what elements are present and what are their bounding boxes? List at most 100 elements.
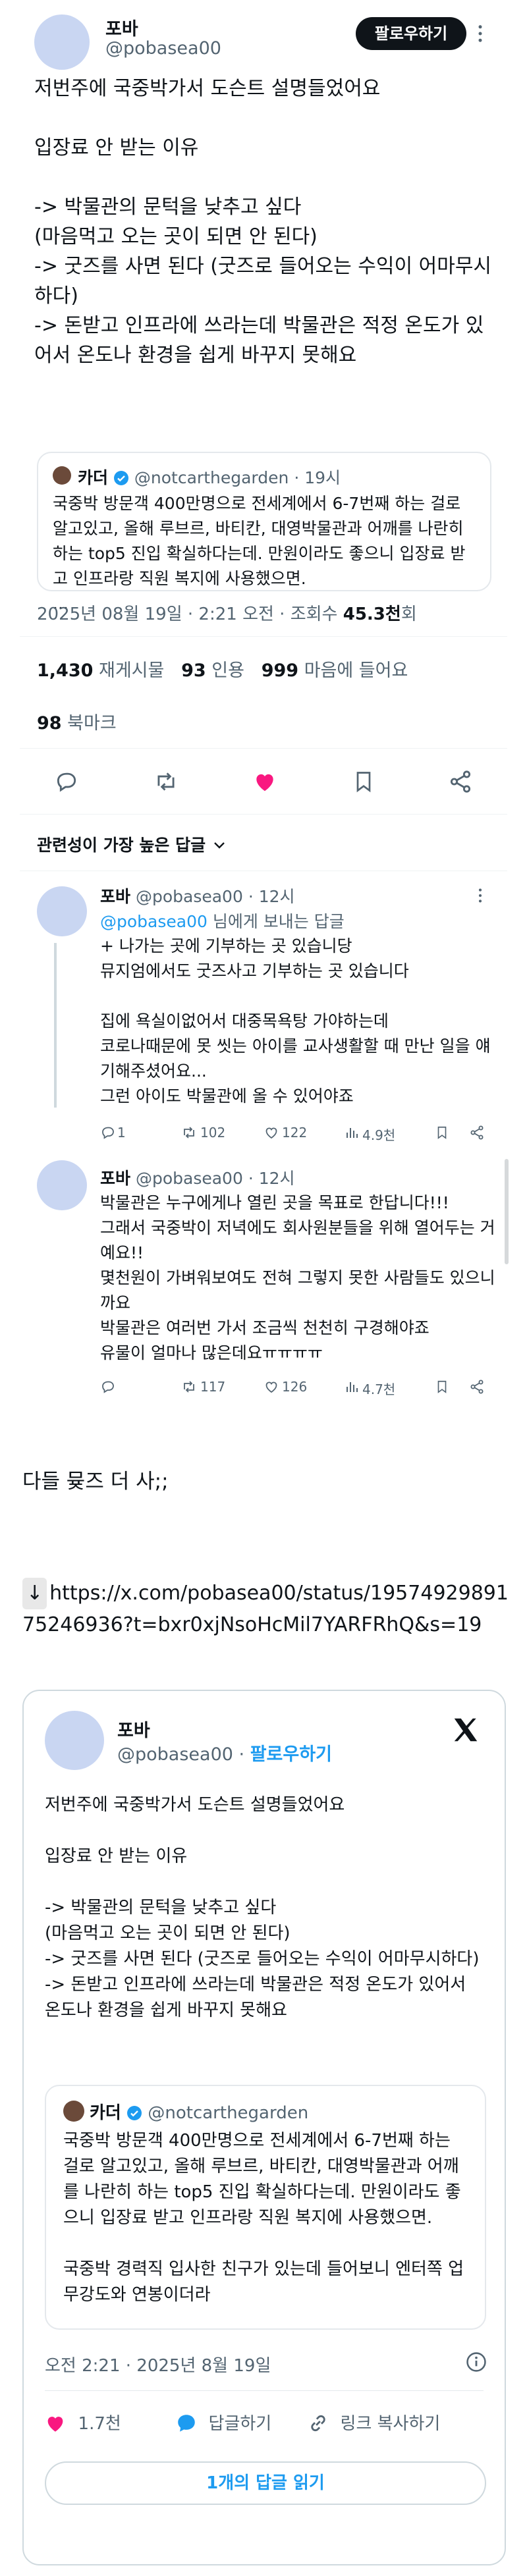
embed-author-handle[interactable]: @pobasea00: [117, 1744, 233, 1765]
bookmark-icon[interactable]: [435, 1379, 449, 1395]
reply-more-icon[interactable]: [474, 886, 486, 905]
like-icon[interactable]: [252, 769, 278, 794]
bookmark-icon[interactable]: [352, 769, 375, 794]
reply-text: + 나가는 곳에 기부하는 곳 있습니당 뮤지엄에서도 굿즈사고 기부하는 곳 …: [100, 936, 491, 1106]
reply-time: · 12시: [248, 887, 295, 906]
reply-header: 포바 @pobasea00 · 12시: [100, 1166, 295, 1189]
thread-line: [54, 943, 57, 1108]
reply-action-bar: 117 126 4.7천: [100, 1378, 489, 1397]
reply-time: · 12시: [248, 1169, 295, 1188]
like-label: 마음에 들어요: [304, 660, 408, 681]
analytics-icon[interactable]: [344, 1125, 360, 1140]
replying-to-label: 님에게 보내는 답글: [207, 912, 345, 931]
view-suffix: 회: [401, 604, 417, 624]
reply-author-name[interactable]: 포바: [100, 887, 130, 906]
read-replies-button[interactable]: 1개의 답글 읽기: [45, 2461, 486, 2505]
embed-author-name[interactable]: 포바: [117, 1716, 150, 1742]
quote-count: 93: [181, 660, 206, 681]
follow-button[interactable]: 팔로우하기: [356, 17, 466, 50]
like-count: 999: [261, 660, 299, 681]
chevron-down-icon: [211, 839, 227, 852]
info-icon[interactable]: [465, 2351, 487, 2373]
embed-separator: ·: [238, 1744, 245, 1765]
retweet-icon[interactable]: [153, 769, 179, 794]
divider: [20, 748, 507, 749]
quote-avatar: [63, 2101, 84, 2122]
reply-icon[interactable]: [100, 1379, 116, 1395]
reply-icon[interactable]: [100, 1125, 116, 1140]
quote-author-name: 카더: [78, 468, 109, 487]
like-count: 122: [282, 1125, 308, 1140]
reply-action-bar: 1 102 122 4.9천: [100, 1123, 489, 1143]
timestamp-text: 2025년 08월 19일 · 2:21 오전 · 조회수: [37, 604, 338, 624]
analytics-icon[interactable]: [344, 1379, 360, 1395]
reply-text: 박물관은 누구에게나 열린 곳을 목표로 한답니다!!! 그래서 국중박이 저녁…: [100, 1193, 495, 1362]
reply-author-name[interactable]: 포바: [100, 1169, 130, 1188]
view-count: 4.9천: [362, 1127, 396, 1143]
reply-author-handle[interactable]: @pobasea00: [136, 887, 243, 906]
source-link[interactable]: ↓ https://x.com/pobasea00/status/19574929…: [22, 1578, 510, 1641]
like-icon[interactable]: [264, 1125, 279, 1140]
quoted-tweet[interactable]: 카더 @notcarthegarden · 19시 국중박 방문객 400만명으…: [37, 452, 491, 613]
retweet-label: 재게시물: [99, 660, 165, 681]
divider: [45, 2390, 484, 2391]
embed-reply-label: 답글하기: [208, 2414, 272, 2434]
post-comment: 다들 뮺즈 더 사;;: [22, 1470, 169, 1493]
like-icon: [43, 2412, 67, 2434]
engagement-stats: 1,430 재게시물 93 인용 999 마음에 들어요: [37, 656, 408, 682]
x-logo-icon[interactable]: [449, 1715, 482, 1745]
embed-like-button[interactable]: 1.7천: [43, 2410, 121, 2434]
reply-avatar[interactable]: [37, 1160, 87, 1210]
reply-avatar[interactable]: [37, 886, 87, 936]
embed-avatar[interactable]: [45, 1711, 104, 1770]
embedded-tweet[interactable]: 포바 @pobasea00 · 팔로우하기 저번주에 국중박가서 도슨트 설명들…: [22, 1690, 506, 2565]
more-options-icon[interactable]: [473, 22, 487, 45]
retweet-count: 1,430: [37, 660, 94, 681]
bookmark-icon[interactable]: [435, 1125, 449, 1140]
embed-quoted-tweet[interactable]: 카더 @notcarthegarden 국중박 방문객 400만명으로 전세계에…: [45, 2085, 486, 2330]
reply-author-handle[interactable]: @pobasea00: [136, 1169, 243, 1188]
author-handle[interactable]: @pobasea00: [105, 38, 221, 59]
link-icon: [307, 2412, 329, 2434]
embed-text: 저번주에 국중박가서 도슨트 설명들었어요 입장료 안 받는 이유 -> 박물관…: [45, 1795, 480, 2020]
reply-sort-dropdown[interactable]: 관련성이 가장 높은 답글: [37, 832, 227, 856]
like-icon[interactable]: [264, 1379, 279, 1395]
quote-text: 국중박 방문객 400만명으로 전세계에서 6-7번째 하는 걸로 알고있고, …: [63, 2131, 464, 2305]
quote-stat[interactable]: 93 인용: [181, 660, 244, 681]
scrollbar[interactable]: [505, 1159, 509, 1264]
quote-author-line: 카더 @notcarthegarden: [90, 2099, 308, 2124]
quote-text: 국중박 방문객 400만명으로 전세계에서 6-7번째 하는 걸로 알고있고, …: [53, 494, 466, 613]
quote-time: · 19시: [294, 468, 341, 487]
embed-reply-button[interactable]: 답글하기: [175, 2410, 271, 2434]
arrow-down-icon: ↓: [22, 1578, 47, 1609]
retweet-icon[interactable]: [180, 1379, 198, 1395]
author-name[interactable]: 포바: [105, 14, 138, 40]
embed-timestamp[interactable]: 오전 2:21 · 2025년 8월 19일: [45, 2352, 271, 2376]
reply-icon[interactable]: [54, 769, 79, 794]
like-stat[interactable]: 999 마음에 들어요: [262, 660, 408, 681]
tweet-timestamp: 2025년 08월 19일 · 2:21 오전 · 조회수 45.3천회: [37, 601, 417, 625]
retweet-icon[interactable]: [180, 1125, 198, 1140]
verified-icon: [126, 2105, 142, 2121]
like-count: 126: [282, 1379, 308, 1395]
quote-author-handle: @notcarthegarden: [148, 2103, 309, 2123]
retweet-stat[interactable]: 1,430 재게시물: [37, 660, 164, 681]
share-icon[interactable]: [469, 1125, 485, 1140]
replying-to-handle[interactable]: @pobasea00: [100, 912, 208, 931]
bookmark-stat[interactable]: 98 북마크: [37, 709, 117, 734]
embed-copy-link-label: 링크 복사하기: [340, 2414, 441, 2434]
avatar[interactable]: [34, 14, 90, 70]
embed-copy-link-button[interactable]: 링크 복사하기: [307, 2410, 440, 2434]
share-icon[interactable]: [448, 769, 473, 794]
divider: [20, 636, 507, 637]
divider: [20, 814, 507, 815]
quote-author-name: 카더: [90, 2103, 121, 2123]
reply-header: 포바 @pobasea00 · 12시: [100, 884, 295, 907]
reply-count: 1: [117, 1125, 126, 1140]
source-link-url[interactable]: https://x.com/pobasea00/status/195749298…: [22, 1582, 509, 1636]
embed-like-count: 1.7천: [78, 2414, 121, 2434]
embed-follow-link[interactable]: 팔로우하기: [250, 1744, 332, 1765]
share-icon[interactable]: [469, 1379, 485, 1395]
tweet-text: 저번주에 국중박가서 도슨트 설명들었어요 입장료 안 받는 이유 -> 박물관…: [34, 77, 492, 367]
view-count: 45.3천: [343, 604, 401, 624]
